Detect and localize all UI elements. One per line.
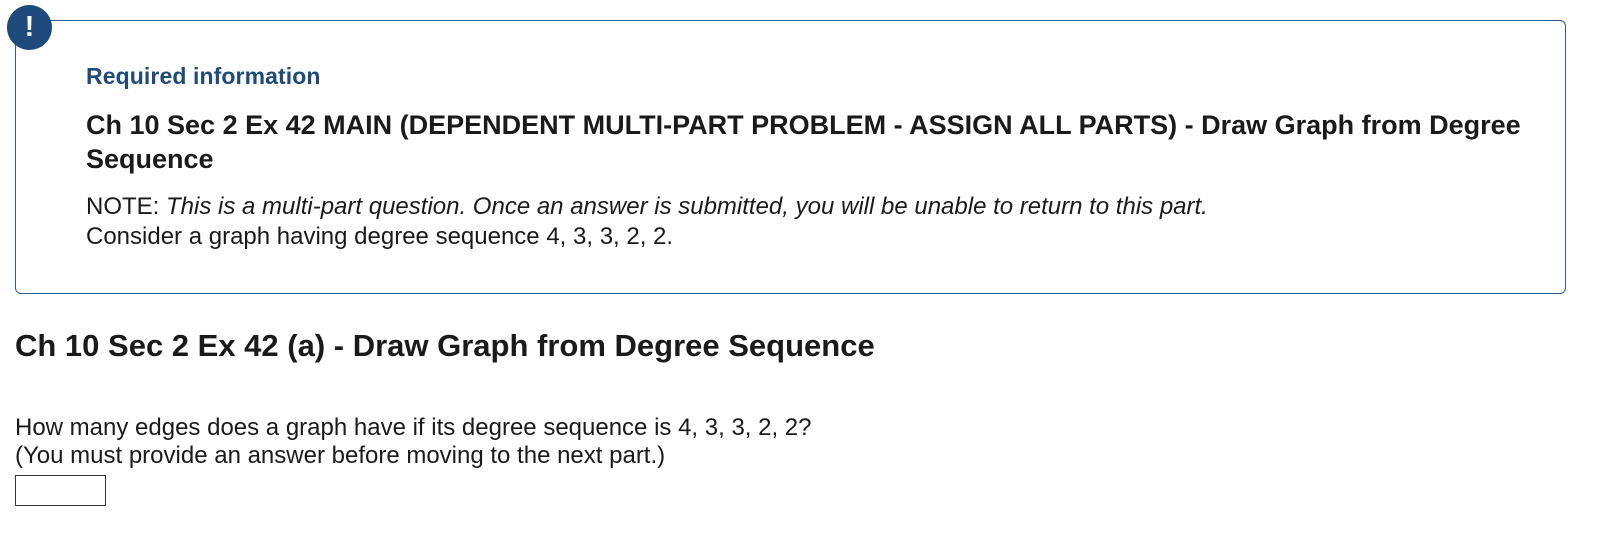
part-title: Ch 10 Sec 2 Ex 42 (a) - Draw Graph from … bbox=[15, 328, 875, 363]
note-prefix: NOTE: bbox=[86, 193, 160, 220]
main-problem-title: Ch 10 Sec 2 Ex 42 MAIN (DEPENDENT MULTI-… bbox=[86, 110, 1521, 174]
consider-text: Consider a graph having degree sequence … bbox=[86, 223, 674, 250]
question-text: How many edges does a graph have if its … bbox=[15, 414, 812, 441]
note-body: This is a multi-part question. Once an a… bbox=[166, 193, 1208, 220]
answer-input[interactable] bbox=[15, 475, 106, 506]
page: ! Required information Ch 10 Sec 2 Ex 42… bbox=[0, 0, 1600, 533]
note-text: NOTE: This is a multi-part question. Onc… bbox=[86, 193, 1208, 221]
exclamation-icon: ! bbox=[7, 5, 52, 50]
required-information-label: Required information bbox=[86, 63, 321, 89]
instruction-text: (You must provide an answer before movin… bbox=[15, 442, 666, 469]
